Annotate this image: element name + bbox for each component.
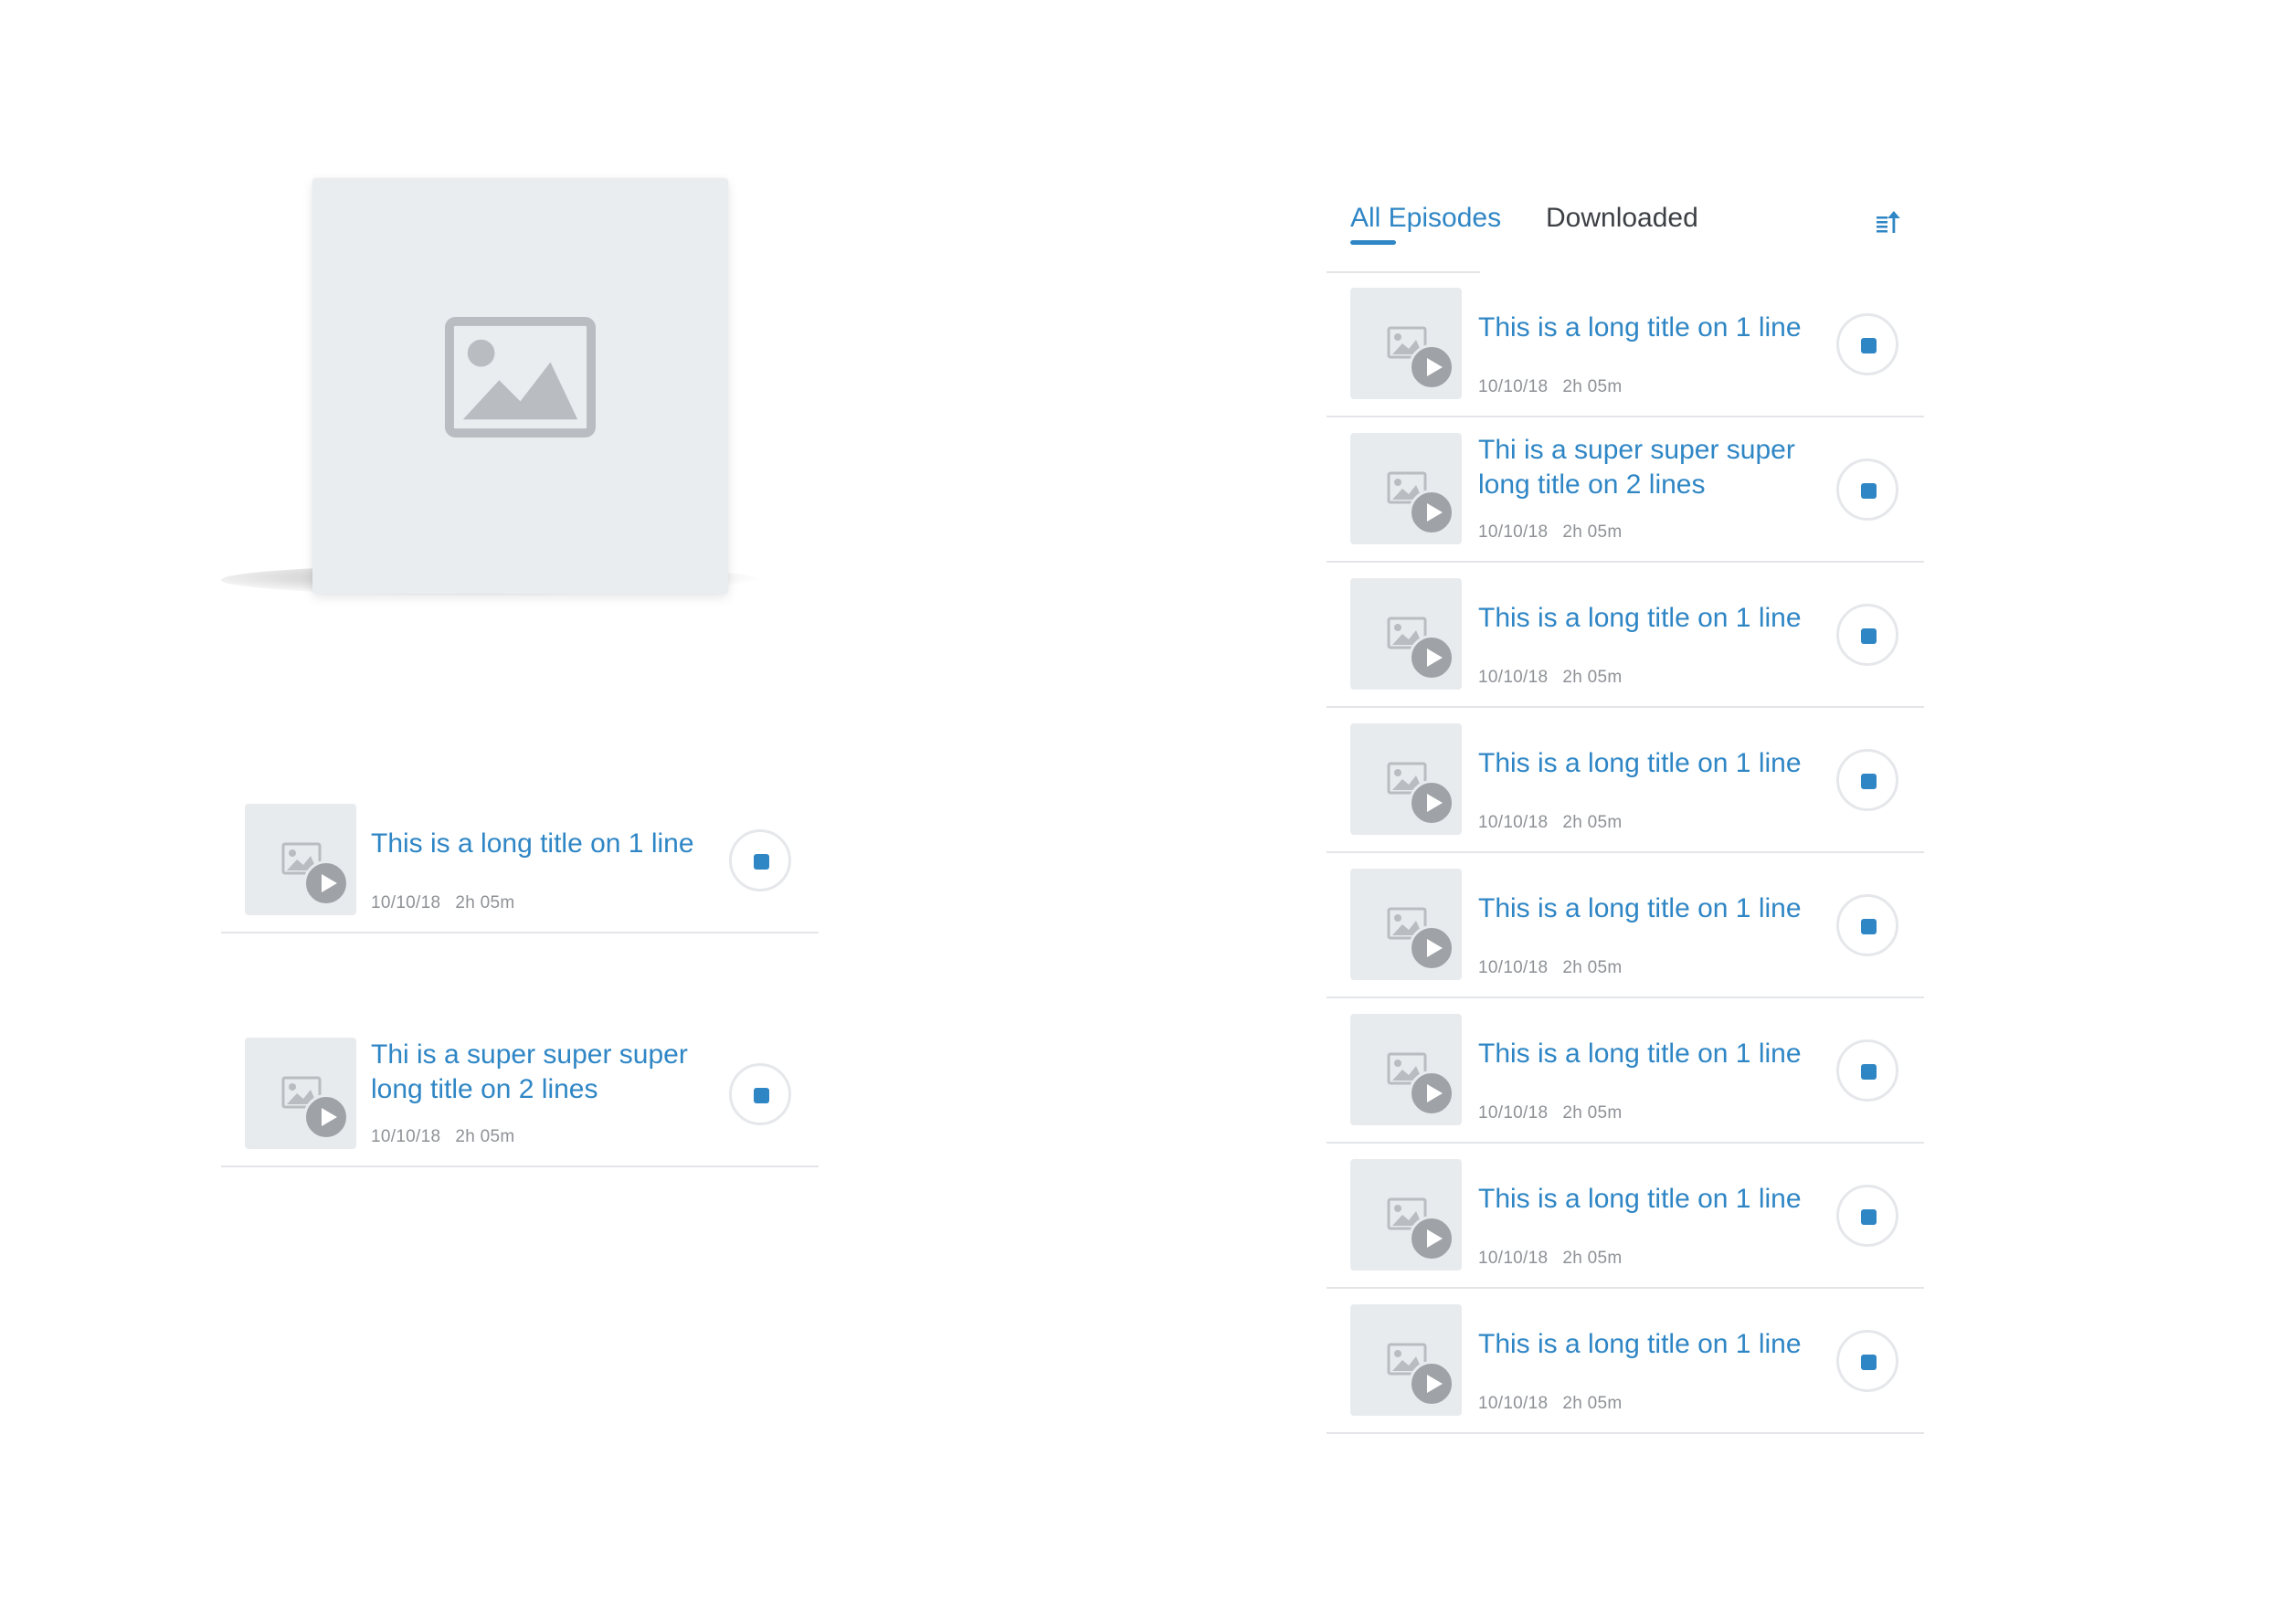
stop-icon xyxy=(1861,919,1877,934)
stop-button[interactable] xyxy=(1836,749,1898,811)
stop-button[interactable] xyxy=(1836,894,1898,956)
episode-row[interactable]: This is a long title on 1 line 10/10/18 2… xyxy=(1327,578,1924,708)
episode-row[interactable]: This is a long title on 1 line 10/10/18 2… xyxy=(221,804,819,933)
episode-duration: 2h 05m xyxy=(1562,1394,1623,1413)
episode-row[interactable]: This is a long title on 1 line 10/10/18 2… xyxy=(1327,723,1924,853)
episode-date: 10/10/18 xyxy=(1478,377,1549,396)
stop-icon xyxy=(754,854,769,870)
play-icon[interactable] xyxy=(1409,780,1454,826)
episode-row[interactable]: This is a long title on 1 line 10/10/18 2… xyxy=(1327,1304,1924,1434)
stop-button[interactable] xyxy=(1836,313,1898,375)
play-icon[interactable] xyxy=(303,860,349,906)
stop-icon xyxy=(1861,1064,1877,1080)
play-icon[interactable] xyxy=(1409,490,1454,535)
episode-thumbnail xyxy=(1350,1159,1462,1271)
episode-row[interactable]: This is a long title on 1 line 10/10/18 2… xyxy=(1327,288,1924,417)
stop-icon xyxy=(1861,1355,1877,1370)
stop-button[interactable] xyxy=(1836,459,1898,521)
episode-title[interactable]: This is a long title on 1 line xyxy=(1478,601,1825,636)
episode-meta: 10/10/18 2h 05m xyxy=(1478,1103,1623,1123)
episode-meta: 10/10/18 2h 05m xyxy=(371,893,515,913)
episode-meta: 10/10/18 2h 05m xyxy=(1478,1249,1623,1269)
stop-icon xyxy=(754,1088,769,1103)
podcast-cover-art xyxy=(312,178,728,594)
active-tab-indicator xyxy=(1350,240,1396,245)
episode-meta: 10/10/18 2h 05m xyxy=(1478,668,1623,688)
stop-button[interactable] xyxy=(1836,1330,1898,1392)
episode-meta: 10/10/18 2h 05m xyxy=(1478,1394,1623,1414)
episode-thumbnail xyxy=(1350,869,1462,980)
stop-button[interactable] xyxy=(1836,604,1898,666)
episode-title[interactable]: This is a long title on 1 line xyxy=(1478,891,1825,926)
play-icon[interactable] xyxy=(1409,344,1454,390)
episode-date: 10/10/18 xyxy=(1478,668,1549,687)
episode-thumbnail xyxy=(1350,288,1462,399)
episode-meta: 10/10/18 2h 05m xyxy=(1478,813,1623,833)
play-icon[interactable] xyxy=(1409,925,1454,971)
episode-thumbnail xyxy=(1350,578,1462,690)
episode-duration: 2h 05m xyxy=(1562,958,1623,977)
episode-row[interactable]: This is a long title on 1 line 10/10/18 2… xyxy=(1327,1014,1924,1144)
episode-duration: 2h 05m xyxy=(455,1127,515,1146)
episode-thumbnail xyxy=(1350,1014,1462,1125)
stop-icon xyxy=(1861,483,1877,499)
episode-duration: 2h 05m xyxy=(1562,1103,1623,1123)
episode-date: 10/10/18 xyxy=(371,1127,441,1146)
play-icon[interactable] xyxy=(1409,1361,1454,1407)
episode-title[interactable]: This is a long title on 1 line xyxy=(1478,311,1825,345)
episode-row[interactable]: Thi is a super super super long title on… xyxy=(1327,433,1924,563)
episode-thumbnail xyxy=(245,804,356,915)
episode-thumbnail xyxy=(245,1038,356,1149)
image-placeholder-icon xyxy=(445,316,596,438)
episode-date: 10/10/18 xyxy=(1478,1249,1549,1268)
play-icon[interactable] xyxy=(1409,1216,1454,1261)
stop-icon xyxy=(1861,1209,1877,1225)
tabs-divider xyxy=(1327,271,1480,273)
episode-date: 10/10/18 xyxy=(1478,522,1549,542)
sort-ascending-icon[interactable] xyxy=(1875,208,1902,236)
episode-row[interactable]: This is a long title on 1 line 10/10/18 2… xyxy=(1327,1159,1924,1289)
episode-meta: 10/10/18 2h 05m xyxy=(1478,958,1623,978)
episode-duration: 2h 05m xyxy=(1562,522,1623,542)
episode-row[interactable]: This is a long title on 1 line 10/10/18 2… xyxy=(1327,869,1924,998)
play-icon[interactable] xyxy=(303,1094,349,1140)
episode-row[interactable]: Thi is a super super super long title on… xyxy=(221,1038,819,1167)
stop-icon xyxy=(1861,774,1877,789)
episode-title[interactable]: This is a long title on 1 line xyxy=(1478,1037,1825,1071)
stop-button[interactable] xyxy=(729,829,791,891)
episode-title[interactable]: Thi is a super super super long title on… xyxy=(1478,433,1825,502)
tab-all-episodes[interactable]: All Episodes xyxy=(1350,203,1501,234)
episode-title[interactable]: Thi is a super super super long title on… xyxy=(371,1038,718,1107)
episode-date: 10/10/18 xyxy=(1478,1103,1549,1123)
episode-meta: 10/10/18 2h 05m xyxy=(1478,522,1623,543)
episode-thumbnail xyxy=(1350,433,1462,544)
episode-date: 10/10/18 xyxy=(371,893,441,912)
stop-button[interactable] xyxy=(1836,1039,1898,1102)
episode-title[interactable]: This is a long title on 1 line xyxy=(1478,1182,1825,1217)
stop-button[interactable] xyxy=(1836,1185,1898,1247)
episode-date: 10/10/18 xyxy=(1478,813,1549,832)
play-icon[interactable] xyxy=(1409,1070,1454,1116)
episode-duration: 2h 05m xyxy=(1562,813,1623,832)
episode-date: 10/10/18 xyxy=(1478,1394,1549,1413)
play-icon[interactable] xyxy=(1409,635,1454,680)
episode-thumbnail xyxy=(1350,1304,1462,1416)
episode-duration: 2h 05m xyxy=(1562,1249,1623,1268)
episode-duration: 2h 05m xyxy=(1562,377,1623,396)
episode-date: 10/10/18 xyxy=(1478,958,1549,977)
episode-meta: 10/10/18 2h 05m xyxy=(371,1127,515,1147)
stop-icon xyxy=(1861,338,1877,353)
episode-duration: 2h 05m xyxy=(1562,668,1623,687)
episode-title[interactable]: This is a long title on 1 line xyxy=(1478,1327,1825,1362)
episode-duration: 2h 05m xyxy=(455,893,515,912)
episode-title[interactable]: This is a long title on 1 line xyxy=(1478,746,1825,781)
episode-title[interactable]: This is a long title on 1 line xyxy=(371,827,718,861)
episode-meta: 10/10/18 2h 05m xyxy=(1478,377,1623,397)
episode-thumbnail xyxy=(1350,723,1462,835)
stop-icon xyxy=(1861,628,1877,644)
tab-downloaded[interactable]: Downloaded xyxy=(1546,203,1698,234)
stop-button[interactable] xyxy=(729,1063,791,1125)
